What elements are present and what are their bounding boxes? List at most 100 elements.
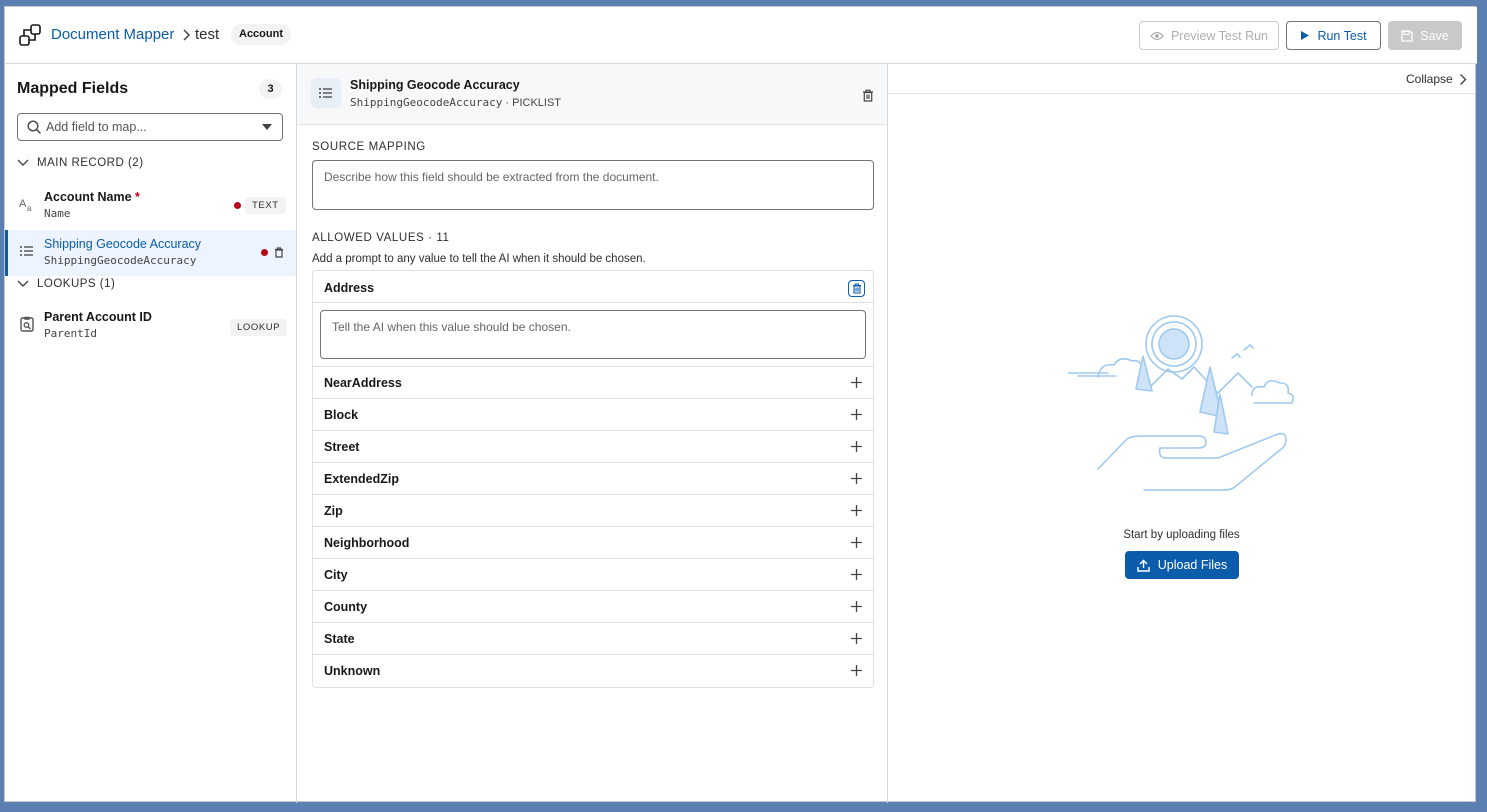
field-detail-subtitle: ShippingGeocodeAccuracy · PICKLIST [350,96,562,109]
value-label: Unknown [324,664,381,678]
value-prompt-textarea[interactable] [320,310,866,359]
value-item[interactable]: Neighborhood [313,527,873,559]
add-prompt-plus-icon[interactable] [850,536,863,549]
section-label: MAIN RECORD (2) [37,157,144,169]
value-label: ExtendedZip [324,472,400,486]
header: Document Mapper test Account Preview Tes… [5,7,1477,64]
play-icon [1301,31,1310,40]
field-detail-panel: Shipping Geocode Accuracy ShippingGeocod… [297,64,888,803]
add-prompt-plus-icon[interactable] [850,440,863,453]
value-label: Block [324,408,359,422]
save-label: Save [1420,28,1449,43]
add-prompt-plus-icon[interactable] [850,408,863,421]
mapped-fields-sidebar: Mapped Fields 3 MAIN RECORD (2) A a Acco… [5,64,297,803]
field-api-name: ShippingGeocodeAccuracy [44,254,197,267]
value-item[interactable]: Unknown [313,655,873,687]
field-type-badge: LOOKUP [230,319,288,336]
value-label: City [324,568,348,582]
preview-panel-toolbar: Collapse [888,64,1475,94]
chevron-down-icon [17,159,29,166]
value-label: Zip [324,504,343,518]
field-item-shipping-geocode-accuracy[interactable]: Shipping Geocode Accuracy ShippingGeocod… [5,230,296,276]
section-label: LOOKUPS (1) [37,278,116,290]
value-item-expanded: Address [313,271,873,367]
value-label: Neighborhood [324,536,410,550]
add-field-input[interactable] [46,118,246,136]
chevron-down-icon [17,280,29,287]
picklist-icon [311,78,341,108]
value-label: Address [324,281,375,295]
svg-text:a: a [27,204,32,212]
lookup-icon [20,316,34,332]
eye-icon [1150,31,1164,40]
value-item[interactable]: City [313,559,873,591]
field-detail-header: Shipping Geocode Accuracy ShippingGeocod… [297,64,887,125]
value-item[interactable]: Zip [313,495,873,527]
trash-icon[interactable] [274,247,284,258]
add-field-search[interactable] [17,113,283,141]
search-icon [27,120,42,135]
section-lookups[interactable]: LOOKUPS (1) [17,278,115,290]
divider [313,302,873,303]
add-prompt-plus-icon[interactable] [850,568,863,581]
preview-test-run-button[interactable]: Preview Test Run [1139,21,1279,50]
upload-files-button[interactable]: Upload Files [1125,551,1239,579]
app-window: Document Mapper test Account Preview Tes… [4,6,1477,803]
value-item[interactable]: County [313,591,873,623]
status-dot [261,249,268,256]
picklist-icon [20,246,33,256]
value-label: NearAddress [324,376,402,390]
required-marker: * [135,190,140,204]
value-item[interactable]: State [313,623,873,655]
value-item[interactable]: Block [313,399,873,431]
upload-icon [1137,559,1150,572]
value-label: State [324,632,355,646]
chevron-right-icon [1459,73,1467,85]
status-dot [234,202,241,209]
field-label: Shipping Geocode Accuracy [44,237,202,251]
add-prompt-plus-icon[interactable] [850,664,863,677]
add-prompt-plus-icon[interactable] [850,600,863,613]
save-button[interactable]: Save [1388,21,1462,50]
object-badge: Account [231,24,291,45]
empty-state-text: Start by uploading files [1123,529,1240,541]
value-label: County [324,600,368,614]
collapse-label: Collapse [1406,72,1453,86]
field-item-parent-account-id[interactable]: Parent Account ID ParentId LOOKUP [5,303,296,349]
preview-test-run-label: Preview Test Run [1170,28,1269,43]
delete-field-icon[interactable] [862,89,874,102]
value-item[interactable]: NearAddress [313,367,873,399]
allowed-values-list: Address NearAddress Block Street ExtendedZi… [312,270,874,688]
field-item-account-name[interactable]: A a Account Name * Name TEXT [5,183,296,229]
svg-text:A: A [19,198,27,210]
trash-icon [852,283,861,294]
allowed-values-label: ALLOWED VALUES · 11 [312,232,450,244]
field-label: Account Name * [44,190,140,204]
add-prompt-plus-icon[interactable] [850,632,863,645]
add-prompt-plus-icon[interactable] [850,504,863,517]
allowed-values-hint: Add a prompt to any value to tell the AI… [312,253,646,265]
preview-panel: Collapse Start by uploading files Upload… [888,64,1475,803]
source-mapping-textarea[interactable] [312,160,874,210]
add-prompt-plus-icon[interactable] [850,376,863,389]
caret-down-icon[interactable] [261,123,273,131]
collapse-button[interactable]: Collapse [1406,72,1467,86]
upload-files-label: Upload Files [1157,558,1228,572]
sidebar-title: Mapped Fields [17,80,129,97]
value-item[interactable]: Street [313,431,873,463]
run-test-button[interactable]: Run Test [1286,21,1381,50]
value-label: Street [324,440,360,454]
section-main-record[interactable]: MAIN RECORD (2) [17,157,144,169]
breadcrumb-app-link[interactable]: Document Mapper [51,26,174,43]
field-detail-title: Shipping Geocode Accuracy [350,78,520,92]
source-mapping-label: SOURCE MAPPING [312,141,426,153]
add-prompt-plus-icon[interactable] [850,472,863,485]
remove-prompt-button[interactable] [848,280,865,297]
field-api-name: ParentId [44,327,97,340]
empty-state-illustration [1068,315,1295,491]
mapped-count-badge: 3 [259,79,282,99]
field-label: Parent Account ID [44,310,152,324]
breadcrumb-record-name: test [195,26,220,43]
field-api-name: Name [44,207,71,220]
value-item[interactable]: ExtendedZip [313,463,873,495]
